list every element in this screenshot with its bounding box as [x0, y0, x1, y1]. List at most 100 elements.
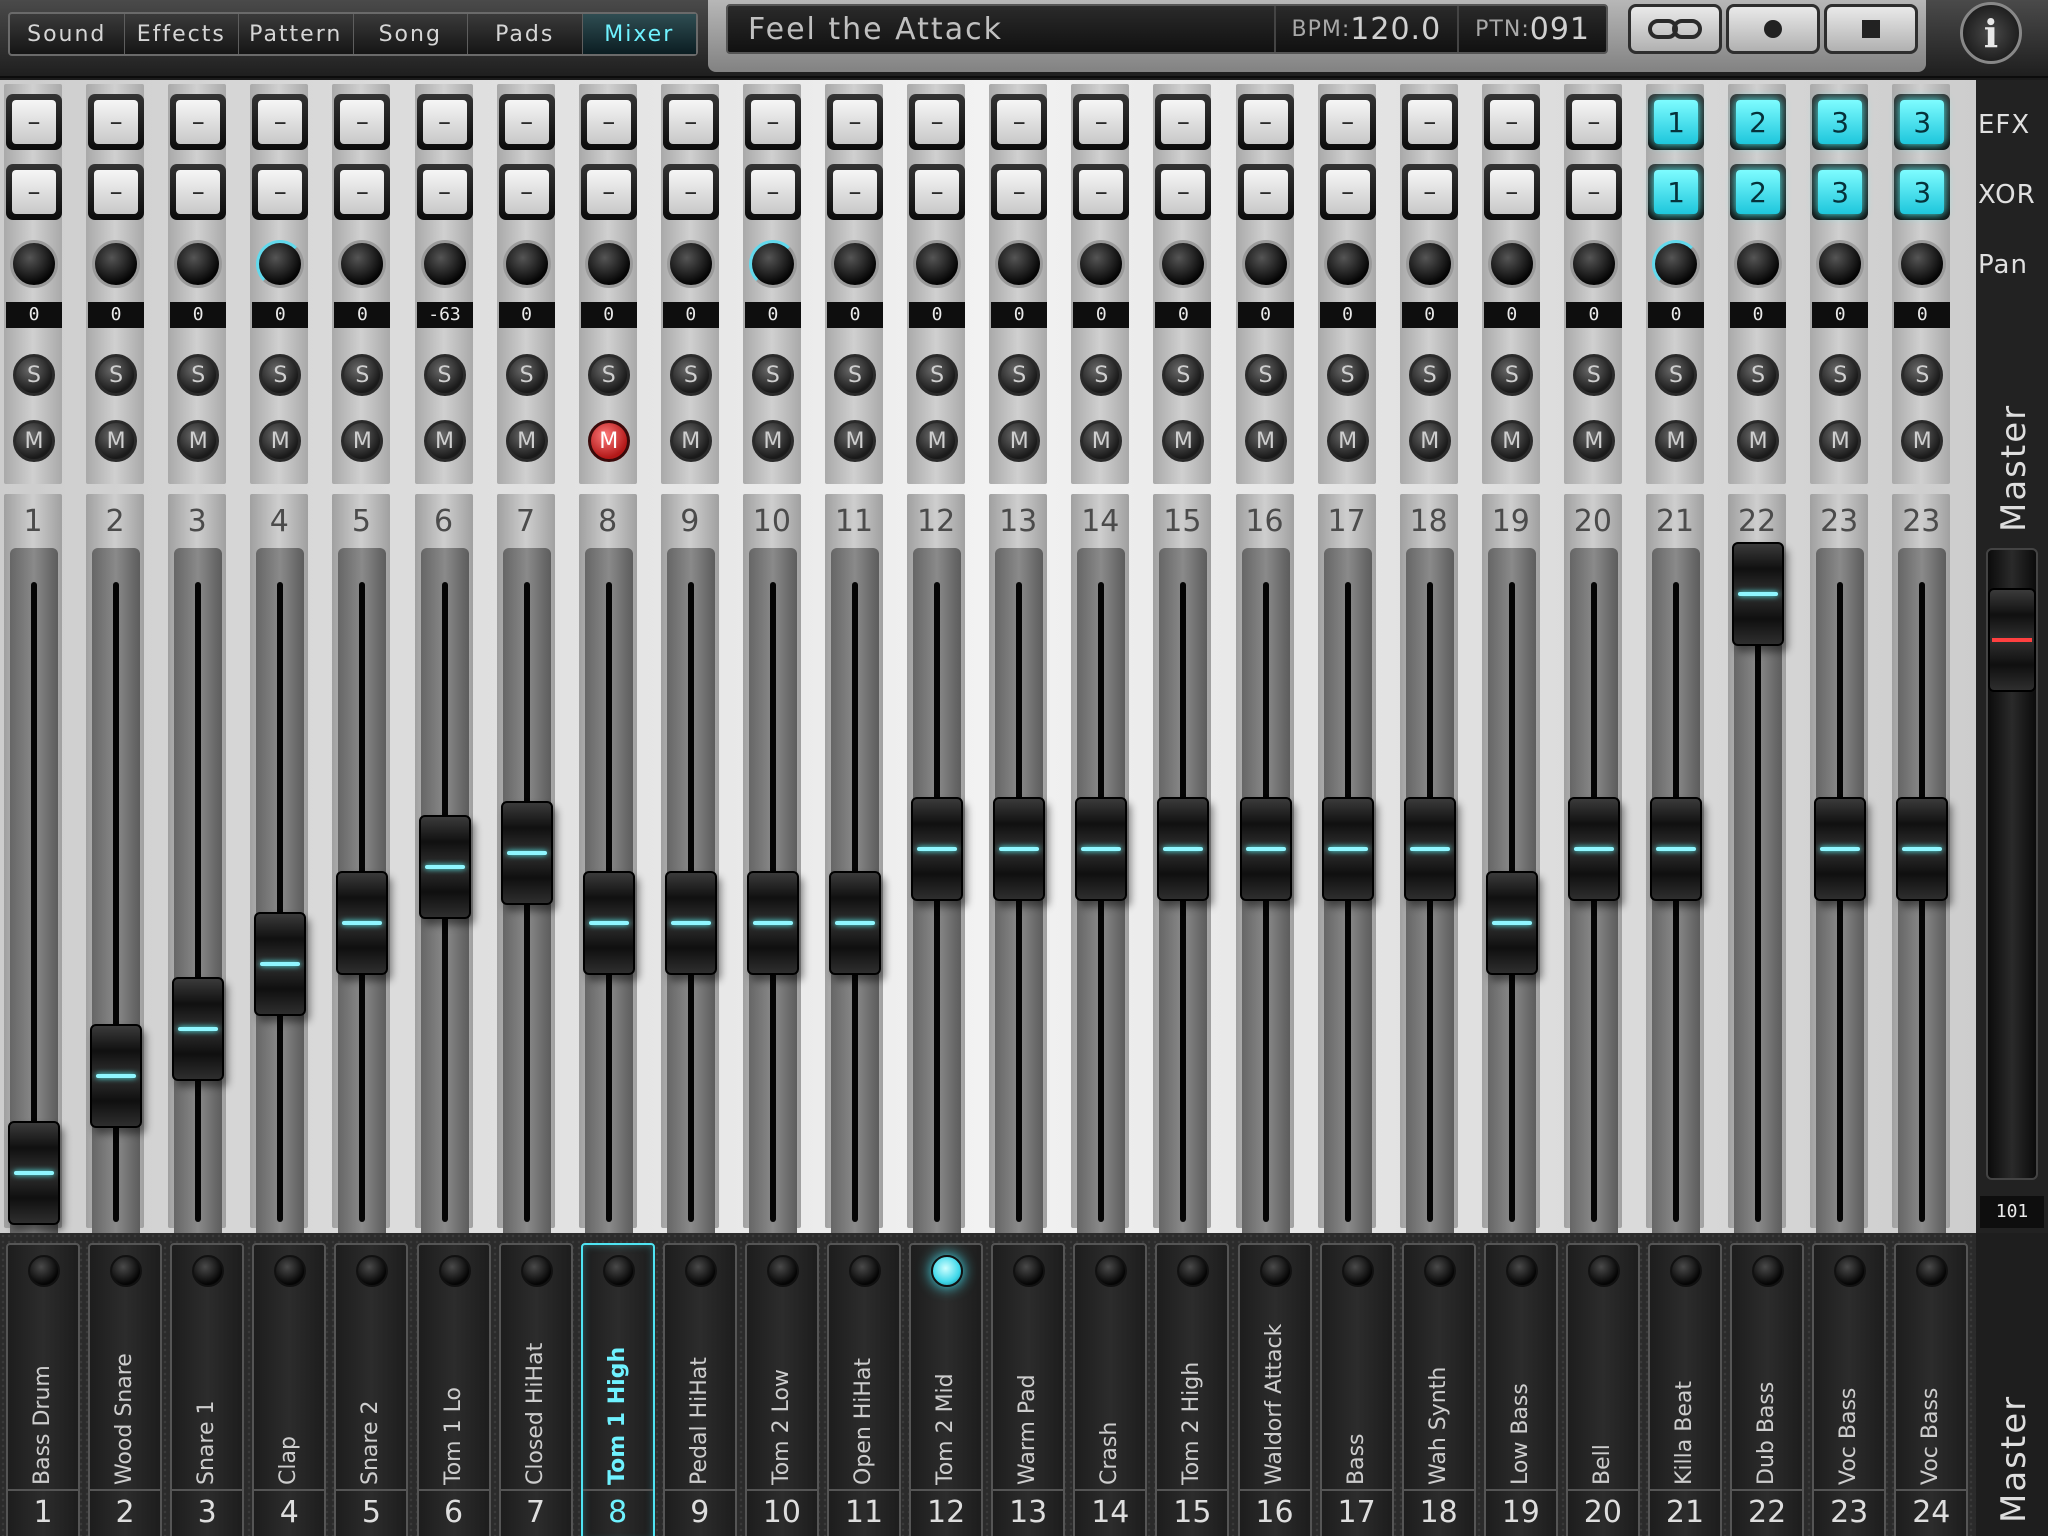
- volume-fader[interactable]: [582, 870, 635, 975]
- solo-button[interactable]: S: [423, 354, 466, 396]
- solo-button[interactable]: S: [1819, 354, 1862, 396]
- pan-knob[interactable]: [1077, 240, 1126, 288]
- pan-knob[interactable]: [1898, 240, 1947, 288]
- xor-button[interactable]: –: [1565, 164, 1622, 220]
- solo-button[interactable]: S: [998, 354, 1041, 396]
- mute-button[interactable]: M: [1737, 420, 1780, 462]
- volume-fader[interactable]: [90, 1023, 143, 1128]
- song-title[interactable]: Feel the Attack: [728, 12, 1274, 47]
- solo-button[interactable]: S: [669, 354, 712, 396]
- drum-pad[interactable]: Voc Bass 24: [1894, 1243, 1969, 1536]
- drum-pad[interactable]: Tom 2 Mid 12: [909, 1243, 984, 1536]
- volume-fader[interactable]: [172, 977, 225, 1082]
- link-button[interactable]: [1628, 4, 1722, 54]
- efx-button[interactable]: –: [744, 94, 801, 150]
- mute-button[interactable]: M: [1326, 420, 1369, 462]
- volume-fader[interactable]: [1896, 796, 1949, 901]
- drum-pad[interactable]: Pedal HiHat 9: [662, 1243, 737, 1536]
- efx-button[interactable]: –: [580, 94, 637, 150]
- drum-pad[interactable]: Bell 20: [1565, 1243, 1640, 1536]
- efx-button[interactable]: –: [662, 94, 719, 150]
- pan-knob[interactable]: [502, 240, 551, 288]
- volume-fader[interactable]: [1814, 796, 1867, 901]
- xor-button[interactable]: –: [88, 164, 145, 220]
- xor-button[interactable]: –: [991, 164, 1048, 220]
- volume-fader[interactable]: [1567, 796, 1620, 901]
- xor-button[interactable]: –: [1483, 164, 1540, 220]
- efx-button[interactable]: 2: [1730, 94, 1787, 150]
- pan-knob[interactable]: [10, 240, 58, 288]
- mute-button[interactable]: M: [1408, 420, 1451, 462]
- efx-button[interactable]: –: [827, 94, 883, 150]
- mute-button[interactable]: M: [1244, 420, 1287, 462]
- volume-fader[interactable]: [911, 796, 964, 901]
- mute-button[interactable]: M: [1080, 420, 1123, 462]
- efx-button[interactable]: –: [498, 94, 555, 150]
- xor-button[interactable]: –: [416, 164, 473, 220]
- solo-button[interactable]: S: [1080, 354, 1123, 396]
- solo-button[interactable]: S: [1737, 354, 1780, 396]
- drum-pad[interactable]: Tom 1 High 8: [580, 1243, 655, 1536]
- drum-pad[interactable]: Snare 1 3: [170, 1243, 245, 1536]
- tab-song[interactable]: Song: [354, 14, 468, 54]
- efx-button[interactable]: 3: [1894, 94, 1951, 150]
- mute-button[interactable]: M: [1655, 420, 1697, 462]
- efx-button[interactable]: –: [1319, 94, 1376, 150]
- mute-button[interactable]: M: [1819, 420, 1862, 462]
- efx-button[interactable]: 1: [1648, 94, 1704, 150]
- volume-fader[interactable]: [1321, 796, 1374, 901]
- pan-knob[interactable]: [1241, 240, 1290, 288]
- pan-knob[interactable]: [256, 240, 305, 288]
- mute-button[interactable]: M: [1490, 420, 1533, 462]
- solo-button[interactable]: S: [1572, 354, 1615, 396]
- solo-button[interactable]: S: [587, 354, 630, 396]
- pattern-display[interactable]: PTN: 091: [1457, 6, 1606, 52]
- pan-knob[interactable]: [831, 240, 879, 288]
- xor-button[interactable]: –: [827, 164, 883, 220]
- volume-fader[interactable]: [1485, 870, 1538, 975]
- drum-pad[interactable]: Wah Synth 18: [1401, 1243, 1476, 1536]
- mute-button[interactable]: M: [1901, 420, 1944, 462]
- pan-knob[interactable]: [1323, 240, 1372, 288]
- pan-knob[interactable]: [1734, 240, 1783, 288]
- volume-fader[interactable]: [993, 796, 1046, 901]
- efx-button[interactable]: –: [88, 94, 145, 150]
- pan-knob[interactable]: [666, 240, 715, 288]
- tab-effects[interactable]: Effects: [125, 14, 239, 54]
- xor-button[interactable]: –: [170, 164, 227, 220]
- mute-button[interactable]: M: [259, 420, 302, 462]
- mute-button[interactable]: M: [1572, 420, 1615, 462]
- solo-button[interactable]: S: [177, 354, 220, 396]
- tab-mixer[interactable]: Mixer: [582, 14, 696, 54]
- xor-button[interactable]: –: [1073, 164, 1130, 220]
- xor-button[interactable]: –: [1401, 164, 1458, 220]
- xor-button[interactable]: –: [580, 164, 637, 220]
- volume-fader[interactable]: [1239, 796, 1292, 901]
- pan-knob[interactable]: [420, 240, 469, 288]
- drum-pad[interactable]: Snare 2 5: [334, 1243, 409, 1536]
- drum-pad[interactable]: Low Bass 19: [1483, 1243, 1558, 1536]
- pan-knob[interactable]: [995, 240, 1044, 288]
- volume-fader[interactable]: [254, 912, 307, 1017]
- volume-fader[interactable]: [1075, 796, 1128, 901]
- volume-fader[interactable]: [336, 870, 389, 975]
- solo-button[interactable]: S: [1326, 354, 1369, 396]
- mute-button[interactable]: M: [998, 420, 1041, 462]
- volume-fader[interactable]: [1732, 542, 1785, 646]
- xor-button[interactable]: –: [1319, 164, 1376, 220]
- volume-fader[interactable]: [418, 815, 471, 920]
- xor-button[interactable]: –: [498, 164, 555, 220]
- mute-button[interactable]: M: [13, 420, 55, 462]
- pan-knob[interactable]: [913, 240, 962, 288]
- drum-pad[interactable]: Voc Bass 23: [1812, 1243, 1887, 1536]
- pan-knob[interactable]: [748, 240, 797, 288]
- drum-pad[interactable]: Killa Beat 21: [1648, 1243, 1722, 1536]
- solo-button[interactable]: S: [505, 354, 548, 396]
- record-button[interactable]: [1726, 4, 1820, 54]
- master-fader[interactable]: [1988, 588, 2036, 692]
- drum-pad[interactable]: Crash 14: [1073, 1243, 1148, 1536]
- volume-fader[interactable]: [1403, 796, 1456, 901]
- xor-button[interactable]: 1: [1648, 164, 1704, 220]
- volume-fader[interactable]: [1157, 796, 1210, 901]
- mute-button[interactable]: M: [177, 420, 220, 462]
